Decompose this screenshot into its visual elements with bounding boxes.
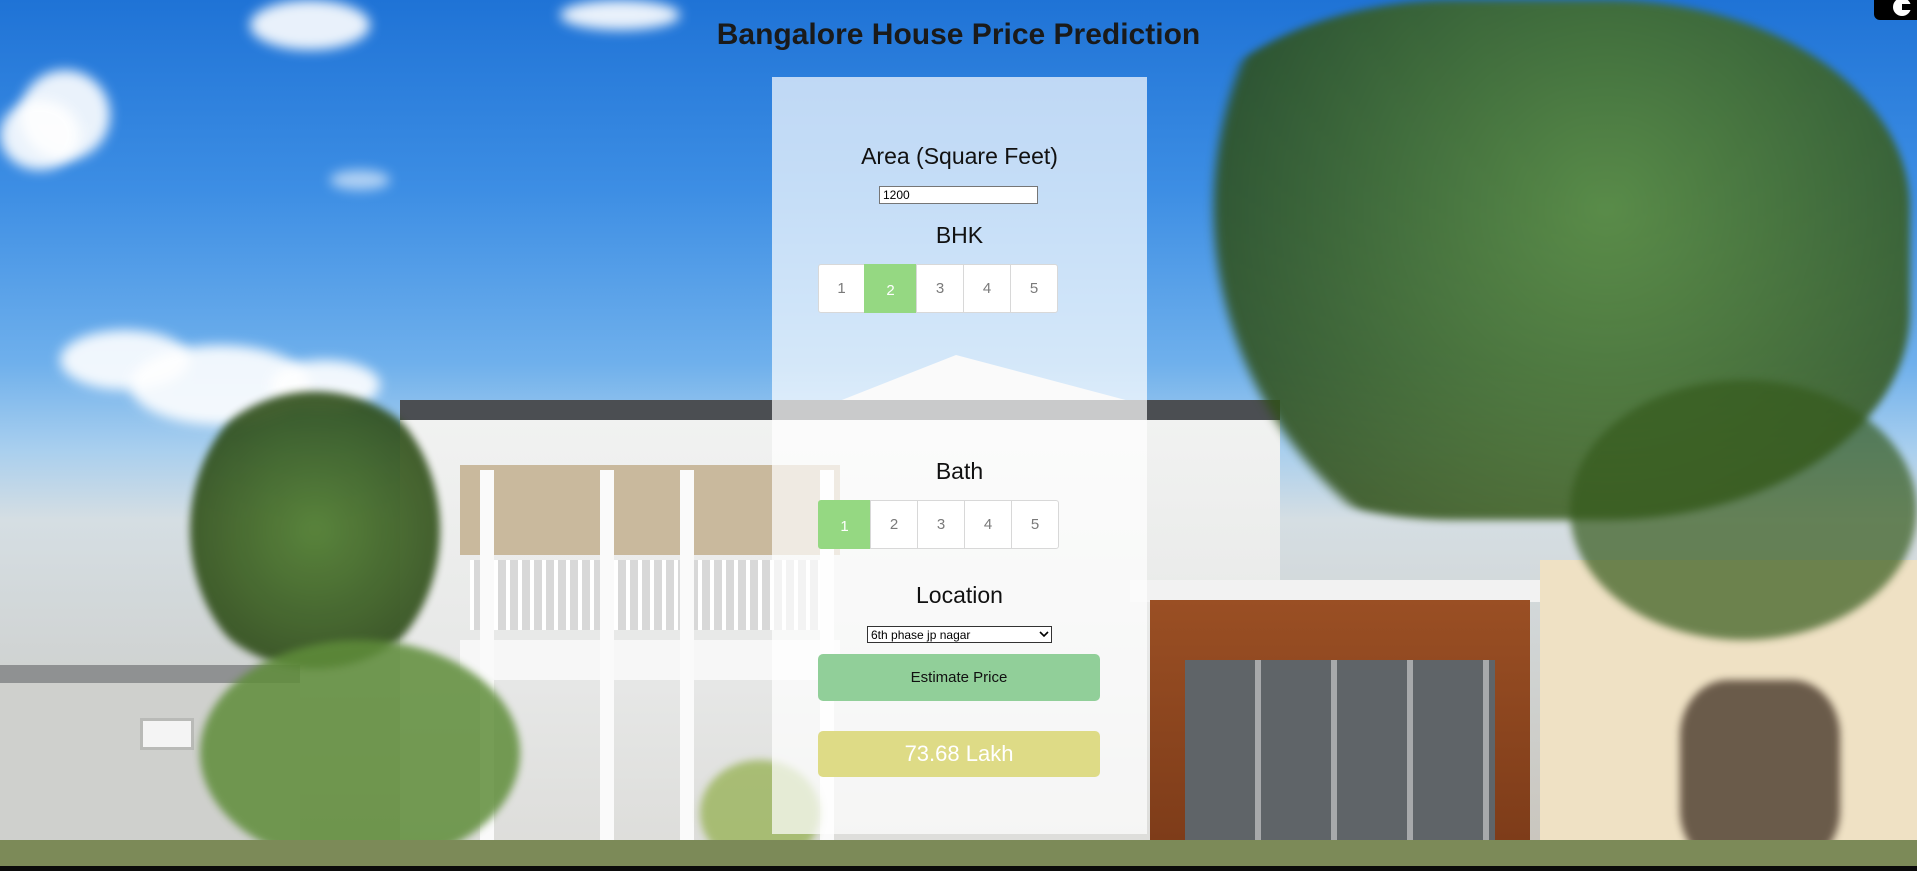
bath-option-4[interactable]: 4 <box>964 500 1012 549</box>
location-selected-value: 6th phase jp nagar <box>871 627 971 642</box>
bhk-option-2[interactable]: 2 <box>864 264 917 313</box>
estimated-price-result: 73.68 Lakh <box>818 731 1100 777</box>
bath-option-2[interactable]: 2 <box>870 500 918 549</box>
location-label: Location <box>916 582 1003 608</box>
location-select[interactable]: 6th phase jp nagar <box>867 626 1052 643</box>
bottom-edge <box>0 866 1917 871</box>
bhk-option-1[interactable]: 1 <box>818 264 865 313</box>
prediction-form: Area (Square Feet) BHK 1 2 3 4 5 Bath 1 … <box>772 77 1147 834</box>
bath-option-1[interactable]: 1 <box>818 500 871 549</box>
bhk-label: BHK <box>935 222 984 248</box>
bath-options: 1 2 3 4 5 <box>818 500 1059 549</box>
bhk-option-5[interactable]: 5 <box>1010 264 1058 313</box>
estimate-price-button[interactable]: Estimate Price <box>818 654 1100 701</box>
page-title: Bangalore House Price Prediction <box>716 18 1201 51</box>
bhk-options: 1 2 3 4 5 <box>818 264 1058 313</box>
chevron-down-icon <box>1037 631 1051 638</box>
bath-option-5[interactable]: 5 <box>1011 500 1059 549</box>
area-label: Area (Square Feet) <box>861 143 1058 169</box>
extension-icon[interactable] <box>1874 0 1917 20</box>
bath-label: Bath <box>935 458 984 484</box>
area-input[interactable] <box>879 186 1038 204</box>
bhk-option-4[interactable]: 4 <box>963 264 1011 313</box>
bhk-option-3[interactable]: 3 <box>916 264 964 313</box>
bath-option-3[interactable]: 3 <box>917 500 965 549</box>
